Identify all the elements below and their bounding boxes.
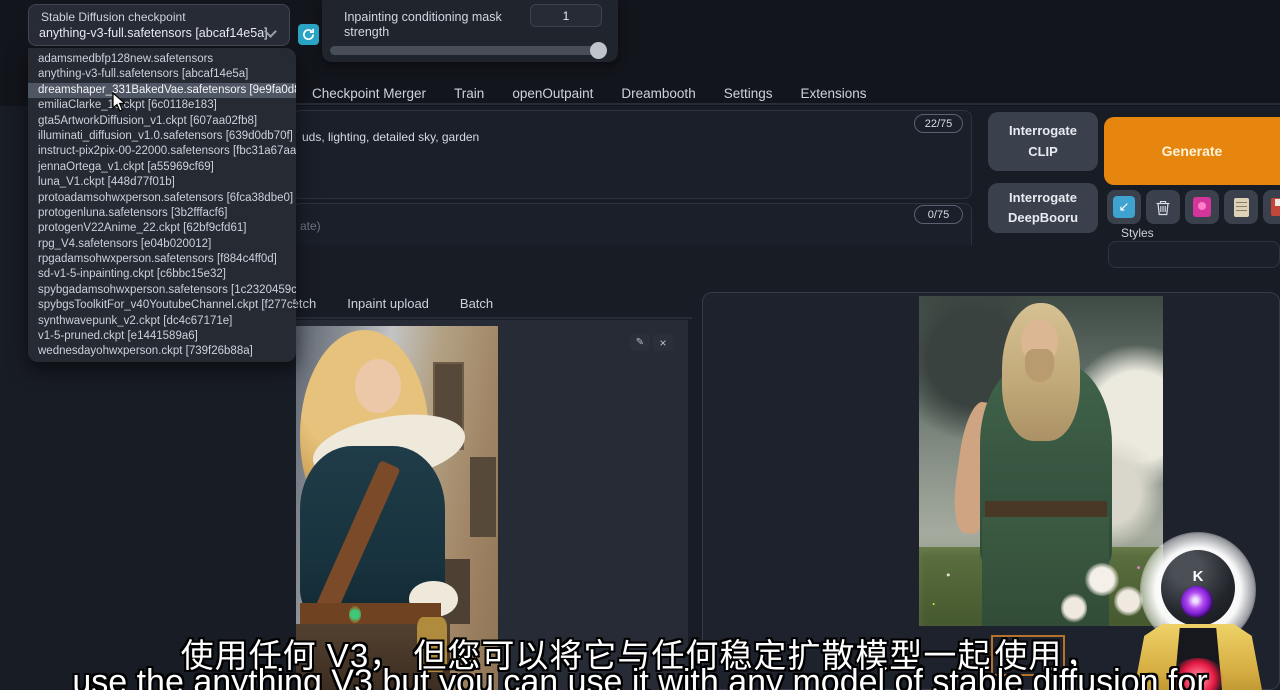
- interrogate-deepbooru-button[interactable]: Interrogate DeepBooru: [988, 183, 1098, 233]
- paste-params-button[interactable]: ↙: [1107, 190, 1141, 224]
- avatar-letter: K: [1128, 568, 1268, 585]
- checkpoint-option[interactable]: jennaOrtega_v1.ckpt [a55969cf69]: [28, 160, 296, 175]
- image-detail: [1025, 349, 1054, 382]
- slider-handle[interactable]: [590, 42, 607, 59]
- save-style-button[interactable]: [1263, 190, 1280, 224]
- checkpoint-option[interactable]: wednesdayohwxperson.ckpt [739f26b88a]: [28, 344, 296, 359]
- checkpoint-option[interactable]: gta5ArtworkDiffusion_v1.ckpt [607aa02fb8…: [28, 114, 296, 129]
- image-detail: [349, 606, 361, 622]
- clear-prompt-button[interactable]: [1146, 190, 1180, 224]
- paste-params-icon: ↙: [1113, 196, 1135, 218]
- interrogate-clip-button[interactable]: Interrogate CLIP: [988, 112, 1098, 171]
- checkpoint-label: Stable Diffusion checkpoint: [41, 10, 186, 24]
- save-style-icon: [1271, 198, 1280, 216]
- nav-tab[interactable]: Extensions: [786, 80, 880, 107]
- token-counter: 22/75: [914, 114, 963, 133]
- remove-image-button[interactable]: ×: [653, 334, 673, 351]
- img2img-tab[interactable]: Batch: [460, 292, 493, 315]
- mask-strength-slider[interactable]: [330, 46, 606, 55]
- checkpoint-option[interactable]: synthwavepunk_v2.ckpt [dc4c67171e]: [28, 314, 296, 329]
- image-detail: [355, 359, 401, 414]
- styles-label: Styles: [1121, 226, 1154, 240]
- checkpoint-option[interactable]: adamsmedbfp128new.safetensors: [28, 52, 296, 67]
- prompt-text: uds, lighting, detailed sky, garden: [302, 130, 479, 144]
- image-detail: [985, 501, 1107, 518]
- styles-dropdown[interactable]: [1108, 241, 1280, 268]
- subtitle-english: use the anything V3 but you can use it w…: [0, 663, 1280, 690]
- checkpoint-selector[interactable]: Stable Diffusion checkpoint anything-v3-…: [28, 4, 290, 46]
- refresh-checkpoints-button[interactable]: [298, 24, 319, 45]
- checkpoint-option[interactable]: protoadamsohwxperson.safetensors [6fca38…: [28, 191, 296, 206]
- nav-tab[interactable]: Train: [440, 80, 498, 107]
- nav-tab[interactable]: Dreambooth: [607, 80, 709, 107]
- edit-image-button[interactable]: ✎: [630, 334, 650, 351]
- checkpoint-option[interactable]: spybgadamsohwxperson.safetensors [1c2320…: [28, 283, 296, 298]
- checkpoint-option[interactable]: illuminati_diffusion_v1.0.safetensors [6…: [28, 129, 296, 144]
- checkpoint-option[interactable]: dreamshaper_331BakedVae.safetensors [9e9…: [28, 83, 296, 98]
- img2img-tab[interactable]: Inpaint upload: [347, 292, 429, 315]
- img2img-tab-divider: [296, 317, 692, 319]
- output-image[interactable]: [919, 296, 1163, 626]
- nav-tab[interactable]: Settings: [710, 80, 787, 107]
- checkpoint-dropdown-list: adamsmedbfp128new.safetensorsanything-v3…: [28, 48, 296, 362]
- mask-strength-value[interactable]: 1: [530, 4, 602, 27]
- apply-styles-button[interactable]: [1224, 190, 1258, 224]
- checkpoint-option[interactable]: luna_V1.ckpt [448d77f01b]: [28, 175, 296, 190]
- checkpoint-option[interactable]: protogenV22Anime_22.ckpt [62bf9cfd61]: [28, 221, 296, 236]
- prompt-textarea[interactable]: [292, 110, 972, 199]
- checkpoint-option[interactable]: sd-v1-5-inpainting.ckpt [c6bbc15e32]: [28, 267, 296, 282]
- negative-prompt-placeholder: ate): [300, 219, 321, 233]
- image-detail: [1061, 593, 1088, 623]
- negative-token-counter: 0/75: [914, 205, 963, 224]
- nav-tab[interactable]: openOutpaint: [498, 80, 607, 107]
- checkpoint-option[interactable]: rpgadamsohwxperson.safetensors [f884c4ff…: [28, 252, 296, 267]
- checkpoint-option[interactable]: protogenluna.safetensors [3b2fffacf6]: [28, 206, 296, 221]
- nav-tab[interactable]: Checkpoint Merger: [298, 80, 440, 107]
- generate-button[interactable]: Generate: [1104, 117, 1280, 185]
- apply-styles-icon: [1234, 198, 1249, 217]
- checkpoint-option[interactable]: rpg_V4.safetensors [e04b020012]: [28, 237, 296, 252]
- checkpoint-option[interactable]: v1-5-pruned.ckpt [e1441589a6]: [28, 329, 296, 344]
- negative-prompt-textarea[interactable]: [292, 203, 972, 245]
- checkpoint-value: anything-v3-full.safetensors [abcaf14e5a…: [39, 26, 268, 40]
- checkpoint-option[interactable]: emiliaClarke_10.ckpt [6c0118e183]: [28, 98, 296, 113]
- mask-strength-label: Inpainting conditioning mask strength: [344, 10, 502, 40]
- image-detail: [470, 457, 496, 537]
- extra-networks-icon: [1193, 197, 1211, 217]
- refresh-icon: [302, 28, 315, 41]
- nav-tabs: Checkpoint MergerTrainopenOutpaintDreamb…: [298, 80, 881, 107]
- checkpoint-option[interactable]: instruct-pix2pix-00-22000.safetensors [f…: [28, 144, 296, 159]
- avatar-eye: [1181, 586, 1213, 618]
- checkpoint-option[interactable]: anything-v3-full.safetensors [abcaf14e5a…: [28, 67, 296, 82]
- extra-networks-button[interactable]: [1185, 190, 1219, 224]
- app-window: Inpainting conditioning mask strength 1 …: [0, 0, 1280, 690]
- checkpoint-option[interactable]: spybgsToolkitFor_v40YoutubeChannel.ckpt …: [28, 298, 296, 313]
- clear-prompt-icon: [1155, 199, 1171, 216]
- mouse-cursor: [112, 92, 127, 113]
